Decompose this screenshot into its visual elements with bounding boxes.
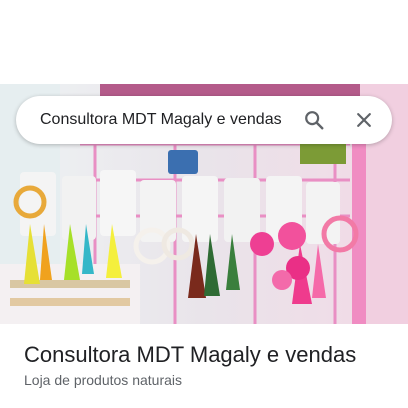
place-category: Loja de produtos naturais <box>24 372 182 388</box>
search-input[interactable]: Consultora MDT Magaly e vendas <box>40 111 296 129</box>
search-bar[interactable]: Consultora MDT Magaly e vendas <box>16 96 392 144</box>
search-button[interactable] <box>296 102 332 138</box>
clear-search-button[interactable] <box>346 102 382 138</box>
search-icon <box>305 111 324 130</box>
place-info: Consultora MDT Magaly e vendas Loja de p… <box>24 340 392 390</box>
place-title: Consultora MDT Magaly e vendas <box>24 342 357 367</box>
close-icon <box>357 113 371 127</box>
place-panel: Consultora MDT Magaly e vendas Consultor… <box>0 0 408 408</box>
